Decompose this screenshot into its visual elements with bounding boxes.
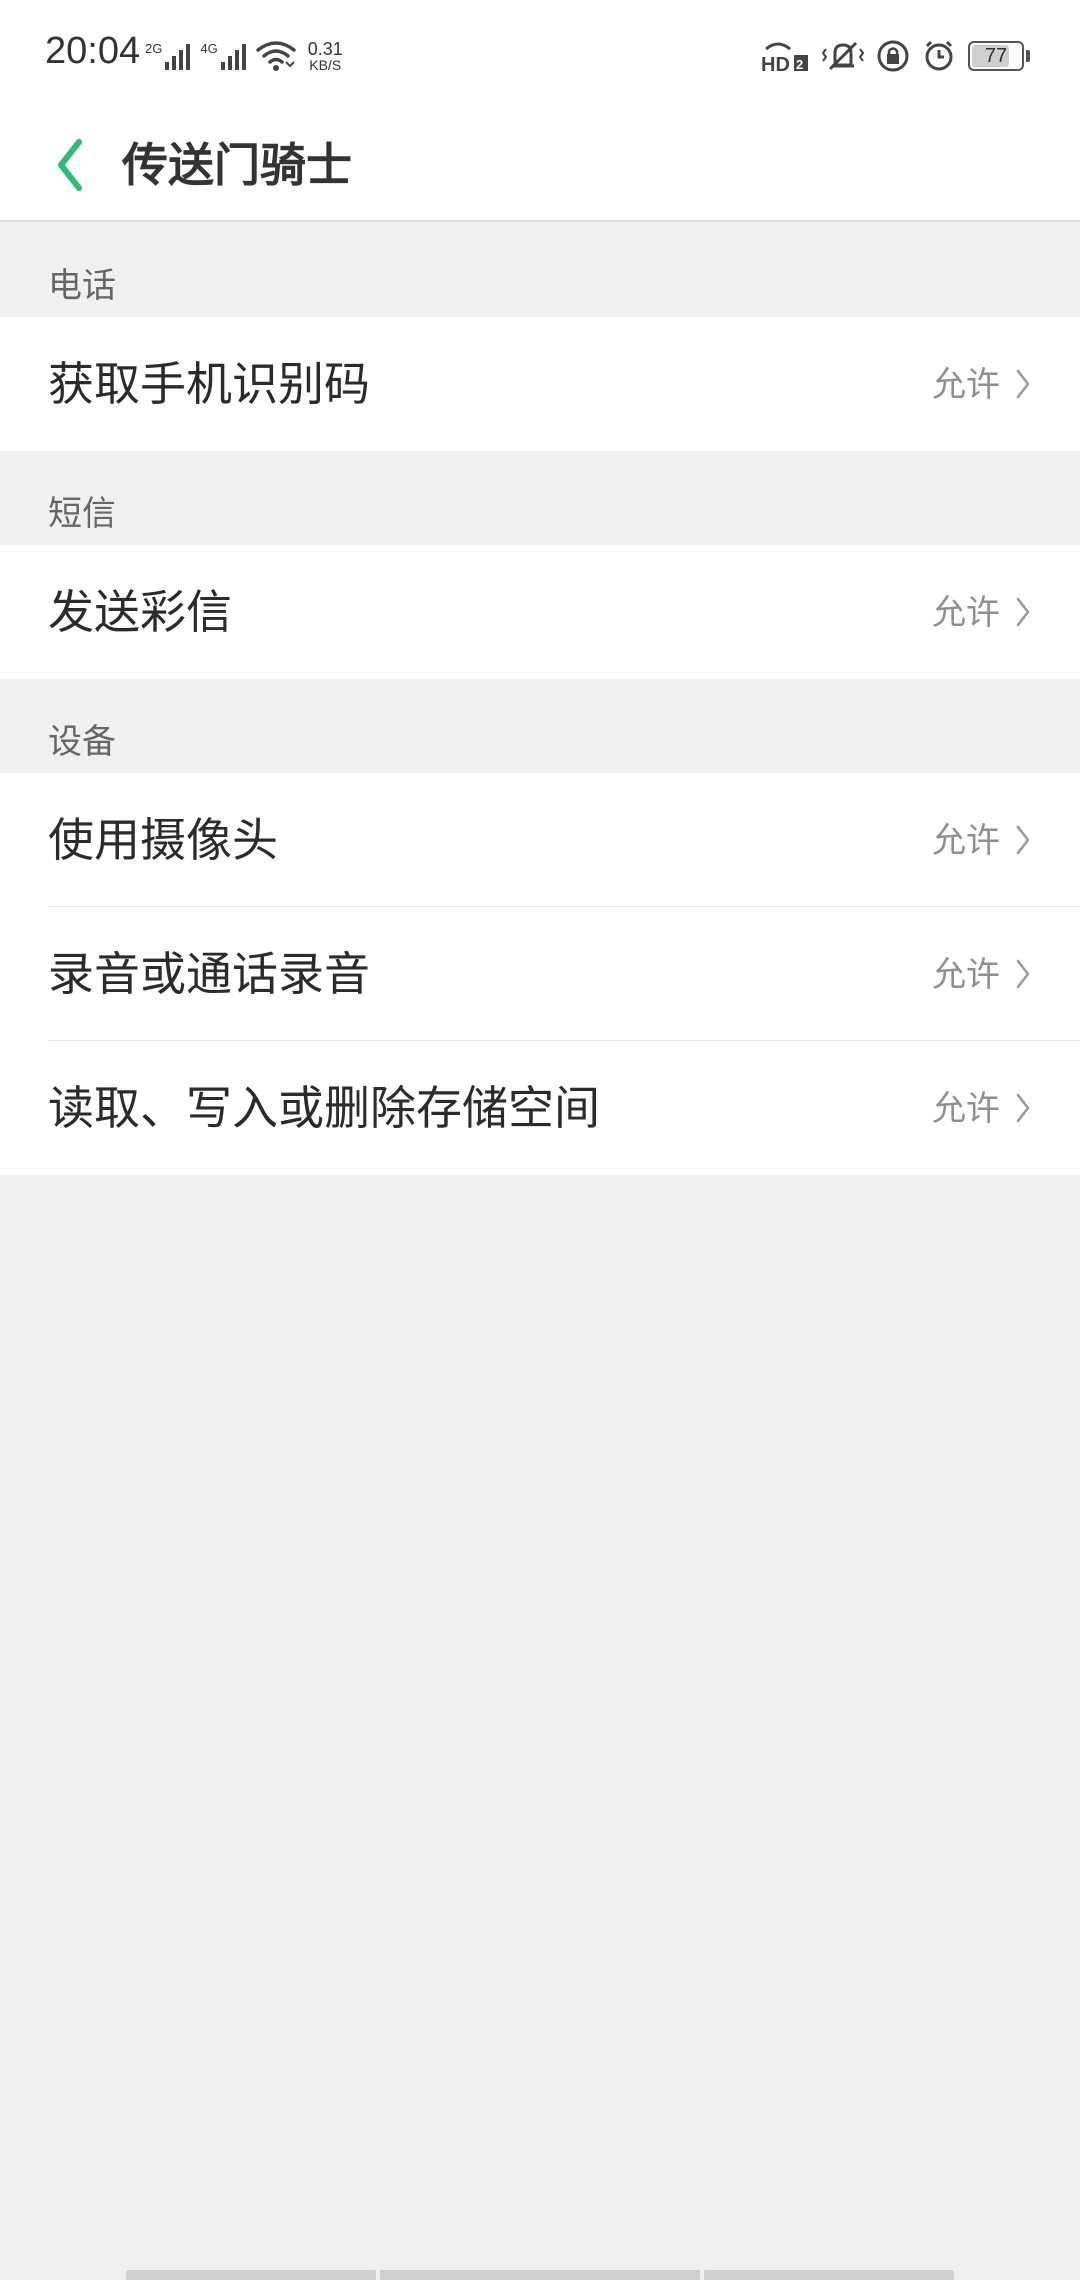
chevron-right-icon: [1012, 545, 1034, 679]
section-title: 设备: [48, 722, 116, 762]
battery-level-text: 77: [984, 44, 1008, 67]
permission-label: 获取手机识别码: [48, 357, 370, 411]
permission-label: 读取、写入或删除存储空间: [48, 1081, 600, 1135]
permission-row-storage[interactable]: 读取、写入或删除存储空间 允许: [0, 1041, 1080, 1175]
app-header: 传送门骑士: [0, 110, 1080, 222]
permission-label: 发送彩信: [48, 585, 232, 639]
chevron-right-icon: [1012, 773, 1034, 907]
section-title: 电话: [48, 266, 116, 306]
chevron-right-icon: [1012, 907, 1034, 1041]
permission-label: 使用摄像头: [48, 813, 278, 867]
back-button[interactable]: [40, 110, 100, 220]
back-arrow-icon: [58, 139, 82, 191]
nav-gesture-hint-right[interactable]: [704, 2270, 954, 2280]
permission-status: 允许: [932, 365, 1000, 405]
section-header-sms: 短信: [0, 451, 1080, 545]
network-speed: 0.31 KB/S: [308, 40, 343, 72]
status-right-icons: HD 2 77: [760, 36, 1030, 76]
status-left-icons: 2G 4G 0.31 KB/S: [145, 32, 343, 72]
sim1-signal: 2G: [145, 41, 191, 72]
permission-status: 允许: [932, 593, 1000, 633]
sim2-signal: 4G: [200, 41, 246, 72]
network-speed-unit: KB/S: [309, 57, 342, 73]
section-header-phone: 电话: [0, 222, 1080, 317]
permission-row-device-id[interactable]: 获取手机识别码 允许: [0, 317, 1080, 451]
permission-status: 允许: [932, 821, 1000, 861]
permission-row-send-mms[interactable]: 发送彩信 允许: [0, 545, 1080, 679]
vibrate-silent-icon: [822, 41, 864, 71]
wifi-icon: [255, 41, 296, 71]
battery-icon: 77: [968, 41, 1024, 71]
network-speed-value: 0.31: [307, 39, 343, 59]
sim1-network-label: 2G: [145, 41, 163, 56]
signal-bars-icon: [165, 44, 191, 70]
section-header-device: 设备: [0, 679, 1080, 773]
permission-label: 录音或通话录音: [48, 947, 370, 1001]
nav-gesture-hint-center[interactable]: [380, 2270, 700, 2280]
alarm-icon: [925, 40, 953, 71]
status-bar: 20:04 2G 4G 0.31 KB/S HD 2 77: [0, 0, 1080, 110]
chevron-right-icon: [1012, 317, 1034, 451]
sim2-network-label: 4G: [200, 41, 218, 56]
battery-tip: [1026, 50, 1030, 62]
nav-gesture-hint-left[interactable]: [126, 2270, 376, 2280]
section-title: 短信: [48, 494, 116, 534]
permission-list: 电话 获取手机识别码 允许 短信 发送彩信 允许 设备 使用摄像头 允许 录音或…: [0, 222, 1080, 1175]
permission-status: 允许: [932, 955, 1000, 995]
signal-bars-icon: [220, 44, 246, 70]
permission-row-record-audio[interactable]: 录音或通话录音 允许: [0, 907, 1080, 1041]
hd-voice-icon: HD 2: [761, 42, 808, 73]
svg-text:2: 2: [796, 57, 803, 72]
permission-row-camera[interactable]: 使用摄像头 允许: [0, 773, 1080, 907]
page-title: 传送门骑士: [122, 138, 352, 192]
status-time: 20:04: [45, 30, 141, 72]
svg-text:HD: HD: [761, 54, 790, 73]
chevron-right-icon: [1012, 1041, 1034, 1175]
permission-status: 允许: [932, 1089, 1000, 1129]
rotation-lock-icon: [877, 40, 909, 72]
